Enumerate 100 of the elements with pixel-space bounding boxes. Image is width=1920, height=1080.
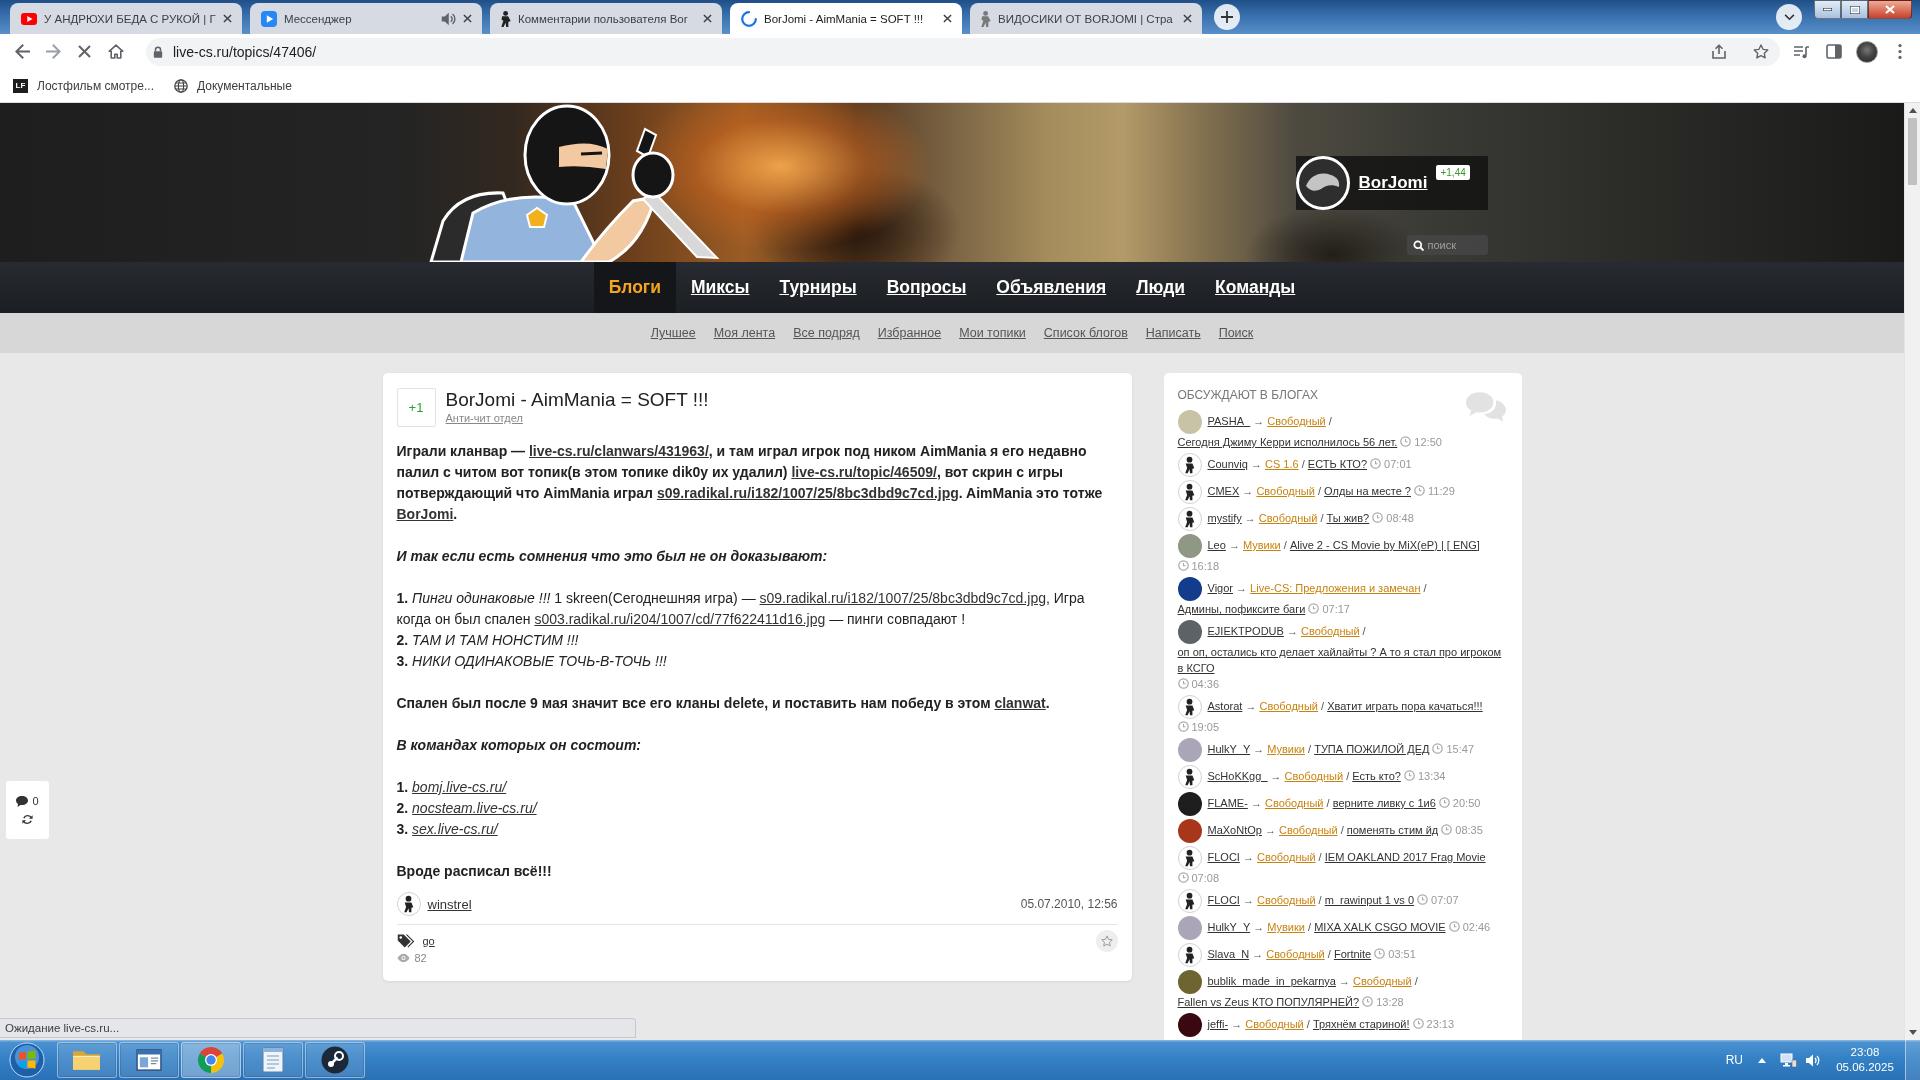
topic-link[interactable]: m_rawinput 1 vs 0 (1324, 891, 1414, 908)
user-link[interactable]: MaXoNtOp (1207, 823, 1262, 836)
favourite-button[interactable] (1095, 930, 1118, 952)
browser-tab[interactable]: У АНДРЮХИ БЕДА С РУКОЙ | Г (10, 3, 242, 34)
user-avatar[interactable] (1177, 1013, 1202, 1037)
user-link[interactable]: Astorat (1207, 699, 1243, 712)
user-link[interactable]: HulkY_Y (1207, 920, 1251, 933)
refresh-icon[interactable] (22, 814, 33, 825)
tag-link[interactable]: go (422, 935, 435, 947)
search-field[interactable]: поиск (1406, 235, 1488, 255)
subnav-link[interactable]: Моя лента (713, 326, 776, 340)
network-icon[interactable] (1780, 1052, 1797, 1068)
link[interactable]: BorJomi (396, 506, 454, 522)
user-avatar[interactable] (1177, 889, 1202, 913)
topic-link[interactable]: Fortnite (1333, 945, 1372, 962)
topic-link[interactable]: Сегодня Джиму Керри исполнилось 56 лет. (1177, 434, 1398, 450)
link[interactable]: nocsteam.live-cs.ru/ (412, 800, 537, 816)
nav-tab[interactable]: Миксы (675, 262, 765, 313)
user-avatar[interactable] (1177, 695, 1202, 719)
user-link[interactable]: CMEX (1207, 484, 1240, 497)
user-avatar[interactable] (1177, 507, 1202, 531)
nav-tab[interactable]: Турниры (764, 262, 872, 313)
subnav-link[interactable]: Лучшее (650, 326, 696, 340)
link[interactable]: s09.radikal.ru/i182/1007/25/8bc3dbd9c7cd.jpg (759, 590, 1046, 606)
user-link[interactable]: Leo (1207, 538, 1226, 551)
link[interactable]: s003.radikal.ru/i204/1007/cd/77f622411d16.jpg (534, 611, 826, 627)
user-avatar[interactable] (1177, 943, 1202, 967)
author-link[interactable]: winstrel (427, 896, 472, 912)
side-panel-icon[interactable] (1825, 44, 1842, 59)
taskbar-button[interactable] (119, 1042, 179, 1078)
user-avatar[interactable] (1177, 819, 1202, 843)
user-link[interactable]: jeffi- (1207, 1017, 1229, 1030)
close-icon[interactable] (703, 14, 712, 23)
browser-tab[interactable]: Комментарии пользователя Bor (490, 3, 722, 34)
topic-link[interactable]: оп оп, остались кто делает хайлайты ? А то я стал про игроком в КСГО (1177, 644, 1506, 676)
down-arrow-icon[interactable] (1908, 1030, 1917, 1035)
username-link[interactable]: BorJomi (1358, 173, 1428, 193)
volume-icon[interactable] (1805, 1052, 1821, 1068)
maximize-button[interactable] (1841, 0, 1868, 19)
topic-link[interactable]: Тряхнём стариной! (1312, 1015, 1410, 1032)
close-button[interactable] (1868, 0, 1912, 19)
user-link[interactable]: ScHoKKgg_ (1207, 769, 1268, 782)
user-avatar[interactable] (1177, 577, 1202, 601)
cross-icon[interactable] (78, 45, 91, 58)
user-avatar[interactable] (1177, 846, 1202, 870)
close-icon[interactable] (463, 14, 472, 23)
user-avatar[interactable] (1177, 765, 1202, 789)
menu-icon[interactable] (1897, 44, 1902, 59)
link[interactable]: live-cs.ru/topic/46509/ (791, 464, 937, 480)
user-link[interactable]: FLOCI (1207, 850, 1240, 863)
nav-tab[interactable]: Блоги (593, 262, 676, 313)
nav-tab[interactable]: Команды (1200, 262, 1311, 313)
browser-tab[interactable]: BorJomi - AimMania = SOFT !!! (730, 3, 962, 34)
user-link[interactable]: PASHA_ (1207, 414, 1251, 427)
user-avatar[interactable] (1177, 620, 1202, 644)
topic-link[interactable]: ЕСТЬ КТО? (1307, 455, 1368, 472)
link[interactable]: bomj.live-cs.ru/ (412, 779, 507, 795)
profile-avatar[interactable] (1855, 40, 1878, 63)
bookmark-item[interactable]: LF Лостфильм смотре... (6, 72, 161, 99)
topic-link[interactable]: поменять стим йд (1346, 821, 1439, 838)
topic-link[interactable]: Ты жив? (1326, 509, 1370, 526)
close-icon[interactable] (943, 14, 952, 23)
clock-time[interactable]: 23:08 (1850, 1045, 1880, 1060)
topic-link[interactable]: ТУПА ПОЖИЛОЙ ДЕД (1314, 740, 1430, 757)
link[interactable]: s09.radikal.ru/i182/1007/25/8bc3dbd9c7cd.jpg (656, 485, 959, 501)
caret-up-icon[interactable] (1758, 1057, 1766, 1063)
topic-link[interactable]: Админы, пофиксите баги (1177, 601, 1306, 617)
topic-link[interactable]: Alive 2 - CS Movie by MiX(eP) | [ ENG] (1289, 536, 1480, 553)
tab-search-button[interactable] (1776, 4, 1802, 30)
forward-arrow-icon[interactable] (46, 44, 61, 59)
user-link[interactable]: Vigor (1207, 581, 1233, 594)
share-icon[interactable] (1711, 44, 1727, 59)
user-avatar[interactable] (1177, 453, 1202, 477)
playlist-icon[interactable] (1792, 44, 1809, 59)
bookmark-item[interactable]: Документальные (166, 72, 299, 99)
user-link[interactable]: Counviq (1207, 457, 1248, 470)
star-icon[interactable] (1753, 44, 1769, 59)
clock-date[interactable]: 05.06.2025 (1836, 1060, 1894, 1075)
browser-tab[interactable]: ВИДОСИКИ ОТ BORJOMI | Стра (970, 3, 1202, 34)
speaker-icon[interactable] (441, 11, 456, 26)
user-avatar[interactable] (1177, 792, 1202, 816)
language-indicator[interactable]: RU (1725, 1053, 1743, 1067)
close-icon[interactable] (1183, 14, 1192, 23)
user-link[interactable]: Slava_N (1207, 947, 1250, 960)
user-link[interactable]: mystify (1207, 511, 1242, 524)
user-link[interactable]: FLAME- (1207, 796, 1248, 809)
user-link[interactable]: FLOCI (1207, 893, 1240, 906)
scrollbar-thumb[interactable] (1908, 118, 1917, 185)
subnav-link[interactable]: Написать (1145, 326, 1201, 340)
user-link[interactable]: EJIEKTPODUB (1207, 624, 1284, 637)
topic-link[interactable]: Хватит играть пора качаться!!! (1327, 697, 1483, 714)
address-bar[interactable]: live-cs.ru/topics/47406/ (146, 37, 1780, 66)
home-icon[interactable] (107, 44, 124, 59)
scrollbar[interactable] (1904, 103, 1920, 1040)
subnav-link[interactable]: Поиск (1218, 326, 1254, 340)
blog-link[interactable]: Анти-чит отдел (445, 411, 523, 425)
user-link[interactable]: bublik_made_in_pekarnya (1207, 974, 1336, 987)
topic-link[interactable]: Олды на месте ? (1324, 482, 1411, 499)
nav-tab[interactable]: Вопросы (871, 262, 982, 313)
subnav-link[interactable]: Все подряд (793, 326, 860, 340)
